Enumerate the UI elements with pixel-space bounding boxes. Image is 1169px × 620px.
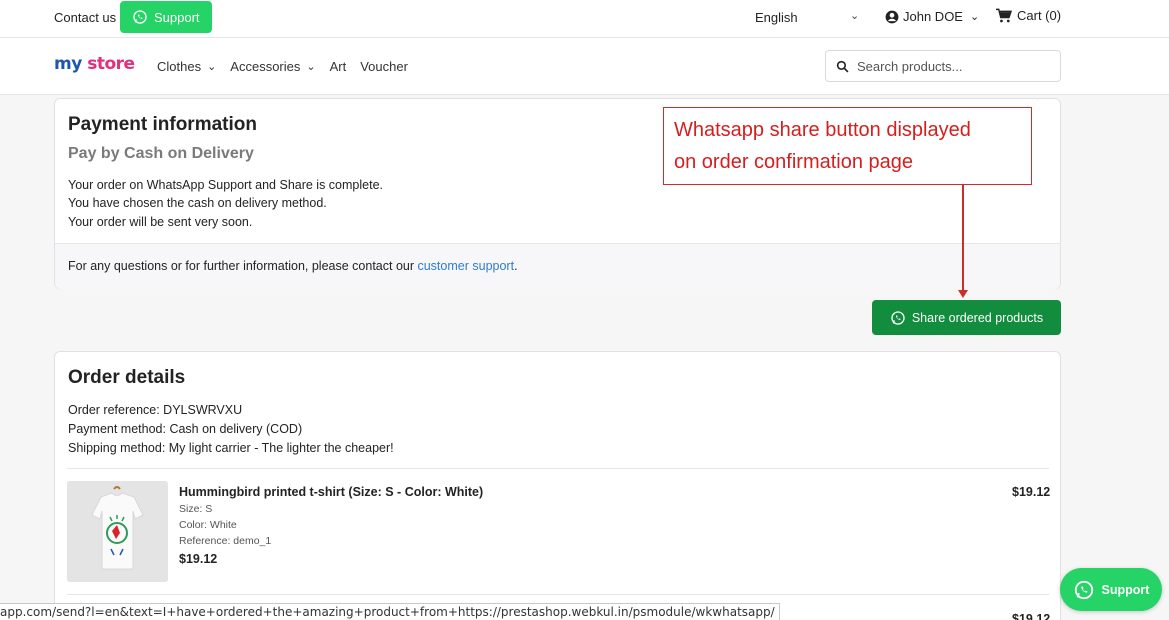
nav-item-art[interactable]: Art	[330, 59, 347, 74]
top-bar: Contact us Support English ⌄ John DOE ⌄ …	[0, 0, 1169, 38]
language-selector[interactable]: English	[755, 10, 798, 25]
nav-item-clothes[interactable]: Clothes ⌄	[157, 59, 216, 74]
product-total-price: $19.12	[1012, 485, 1051, 499]
next-row-total: $19.12	[1012, 612, 1051, 620]
site-header: my store Clothes ⌄ Accessories ⌄ Art Vouch…	[0, 38, 1169, 95]
product-name[interactable]: Hummingbird printed t-shirt (Size: S - C…	[179, 485, 483, 499]
nav-item-voucher[interactable]: Voucher	[360, 59, 408, 74]
share-ordered-products-button[interactable]: Share ordered products	[872, 300, 1061, 335]
chevron-down-icon: ⌄	[306, 61, 316, 73]
contact-us-link[interactable]: Contact us	[54, 10, 116, 25]
tshirt-image	[67, 481, 168, 582]
cart-icon	[996, 8, 1012, 23]
search-input[interactable]	[857, 58, 1047, 74]
annotation-callout: Whatsapp share button displayed on order…	[663, 107, 1032, 185]
cart-link[interactable]: Cart (0)	[995, 8, 1061, 23]
store-logo[interactable]: my store	[54, 54, 135, 74]
whatsapp-support-button[interactable]: Support	[120, 1, 212, 33]
user-icon	[885, 10, 899, 23]
order-details-card: Order details Order reference: DYLSWRVXU…	[54, 351, 1061, 620]
chevron-down-icon: ⌄	[969, 11, 980, 23]
user-name: John DOE	[903, 9, 963, 24]
main-nav: Clothes ⌄ Accessories ⌄ Art Voucher	[157, 59, 408, 74]
product-size: Size: S	[179, 503, 213, 515]
order-details-title: Order details	[68, 367, 186, 388]
search-box[interactable]	[825, 50, 1061, 82]
product-reference: Reference: demo_1	[179, 535, 272, 547]
order-shipping-method: Shipping method: My light carrier - The …	[68, 441, 394, 455]
support-label: Support	[154, 9, 200, 25]
whatsapp-icon	[133, 10, 147, 24]
payment-title: Payment information	[68, 114, 257, 135]
divider	[67, 468, 1049, 469]
payment-message: Your order will be sent very soon.	[68, 215, 253, 229]
link-preview-statusbar: app.com/send?l=en&text=I+have+ordered+th…	[0, 603, 780, 620]
whatsapp-icon	[1074, 580, 1093, 599]
divider	[67, 594, 1049, 595]
chevron-down-icon: ⌄	[207, 61, 217, 73]
payment-message: Your order on WhatsApp Support and Share…	[68, 178, 384, 192]
product-image[interactable]	[67, 481, 168, 582]
customer-support-link[interactable]: customer support	[417, 259, 514, 273]
annotation-arrow	[962, 185, 964, 292]
search-icon	[836, 60, 849, 72]
annotation-arrow-head	[958, 290, 968, 298]
floating-whatsapp-support-button[interactable]: Support	[1060, 568, 1162, 611]
product-color: Color: White	[179, 519, 237, 531]
order-payment-method: Payment method: Cash on delivery (COD)	[68, 422, 303, 436]
order-reference: Order reference: DYLSWRVXU	[68, 403, 243, 417]
user-account-menu[interactable]: John DOE ⌄	[885, 9, 979, 24]
cart-label: Cart (0)	[1017, 8, 1062, 23]
floating-support-label: Support	[1101, 582, 1150, 597]
nav-item-accessories[interactable]: Accessories ⌄	[230, 59, 315, 74]
product-unit-price: $19.12	[179, 552, 218, 566]
whatsapp-icon	[891, 310, 905, 325]
support-contact-text: For any questions or for further informa…	[68, 259, 418, 273]
payment-message: You have chosen the cash on delivery met…	[68, 196, 327, 210]
payment-method-subtitle: Pay by Cash on Delivery	[68, 145, 254, 162]
payment-footer: For any questions or for further informa…	[55, 243, 1060, 289]
chevron-down-icon[interactable]: ⌄	[850, 9, 859, 22]
share-button-label: Share ordered products	[911, 310, 1044, 325]
